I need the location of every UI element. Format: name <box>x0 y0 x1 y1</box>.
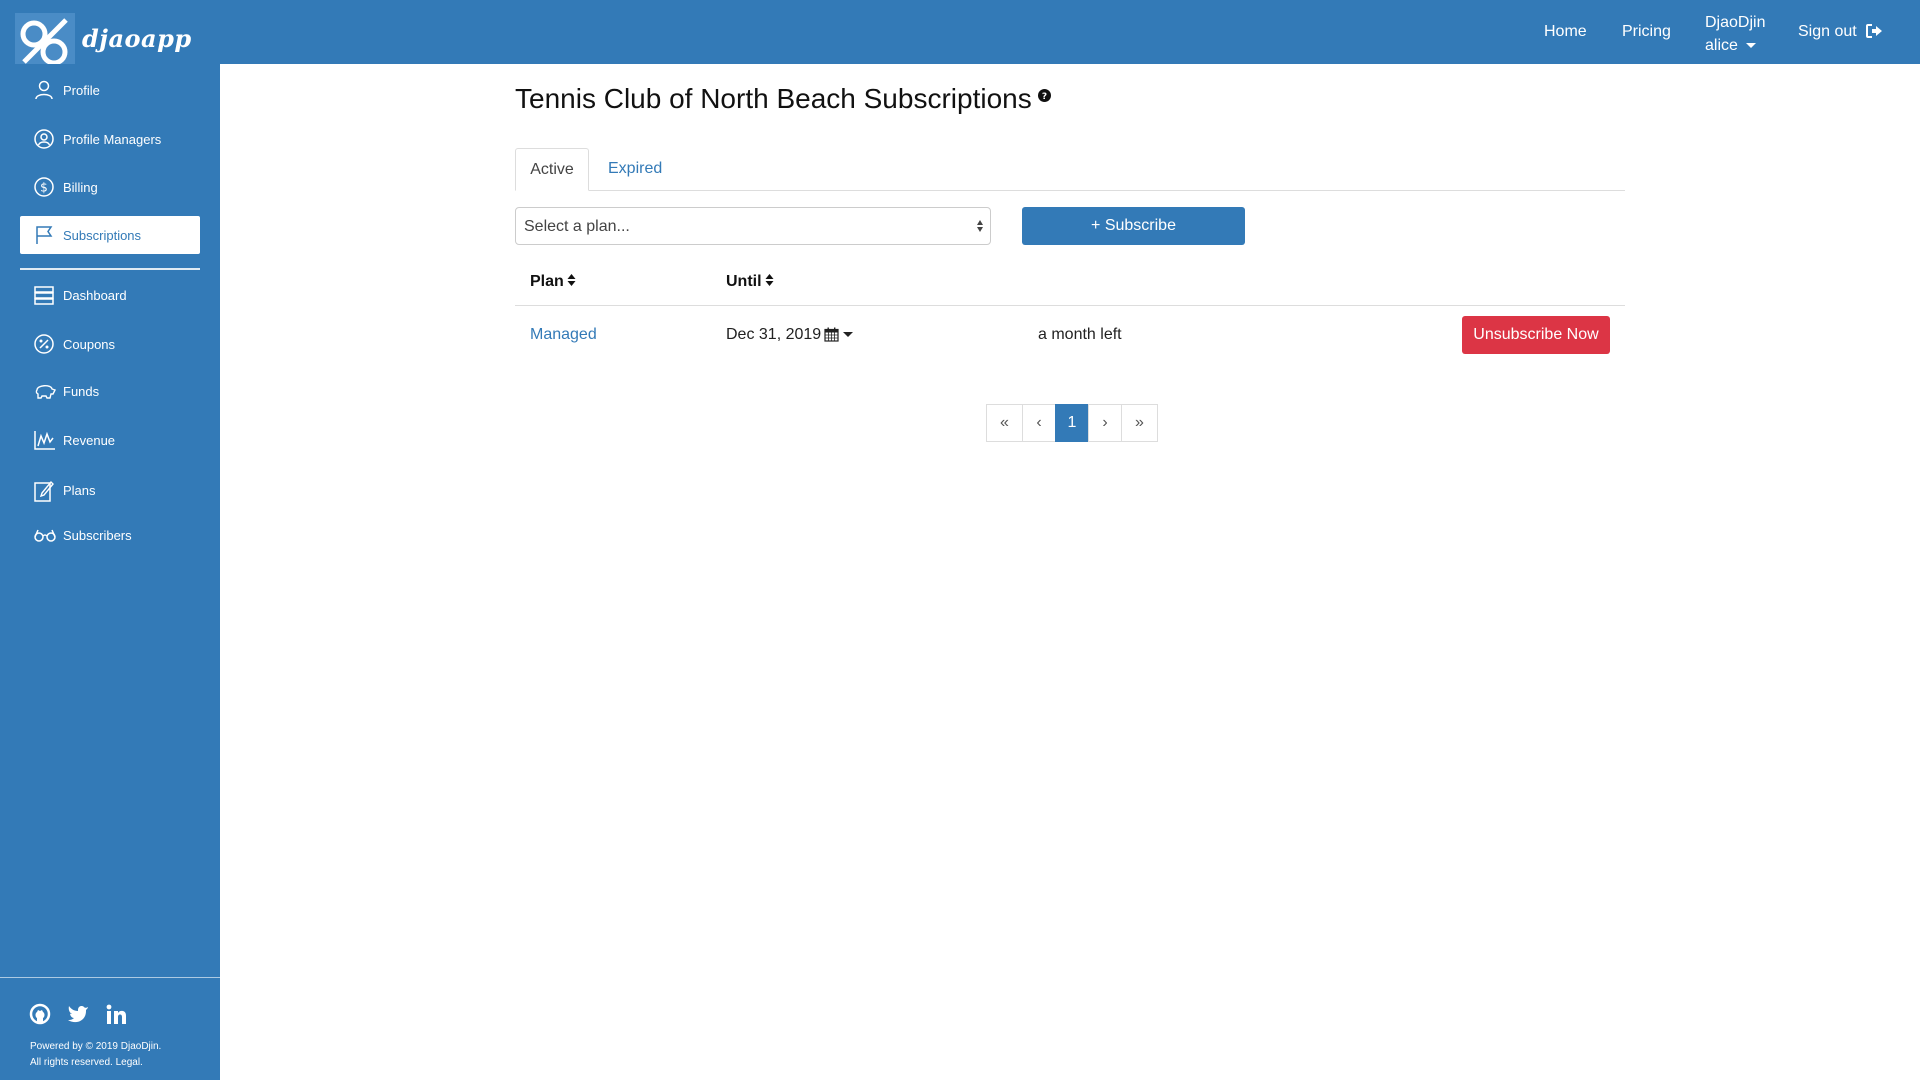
question-circle-icon[interactable]: ? <box>1037 89 1051 102</box>
sidebar-item-label: Profile Managers <box>63 132 162 147</box>
sort-icon <box>567 274 576 286</box>
footer-copyright: Powered by © 2019 DjaoDjin. All rights r… <box>30 1039 161 1071</box>
tab-expired[interactable]: Expired <box>608 148 662 190</box>
plan-select-placeholder: Select a plan... <box>524 218 630 235</box>
pagination-last[interactable]: » <box>1121 404 1158 442</box>
tab-active[interactable]: Active <box>515 148 589 191</box>
column-header-label: Until <box>726 273 762 290</box>
top-navbar: djaoapp Home Pricing DjaoDjin alice Sign… <box>0 0 1920 71</box>
time-remaining: a month left <box>1038 326 1122 343</box>
sidebar-item-subscribers[interactable]: Subscribers <box>20 516 200 554</box>
pagination: « ‹ 1 › » <box>986 404 1158 442</box>
linkedin-icon[interactable] <box>105 1003 127 1025</box>
percent-icon <box>34 334 54 354</box>
djaoapp-logo-icon[interactable] <box>14 12 76 72</box>
sidebar-item-label: Subscriptions <box>63 228 142 243</box>
sign-out-label: Sign out <box>1798 23 1857 40</box>
subscribe-button[interactable]: + Subscribe <box>1022 207 1245 245</box>
user-circle-icon <box>34 129 54 149</box>
sidebar-item-subscriptions[interactable]: Subscriptions <box>20 216 200 254</box>
column-header-plan[interactable]: Plan <box>530 273 576 291</box>
nav-home-link[interactable]: Home <box>1544 23 1587 41</box>
svg-text:$: $ <box>40 181 48 195</box>
piggy-bank-icon <box>35 385 56 399</box>
sidebar-item-dashboard[interactable]: Dashboard <box>20 276 200 314</box>
sidebar-item-label: Billing <box>63 180 98 195</box>
sidebar-item-revenue[interactable]: Revenue <box>20 421 200 459</box>
sidebar-item-coupons[interactable]: Coupons <box>20 325 200 363</box>
table-row: Managed Dec 31, 2019 a month left Unsubs… <box>515 306 1625 364</box>
unsubscribe-button[interactable]: Unsubscribe Now <box>1462 316 1610 354</box>
until-cell: Dec 31, 2019 <box>726 326 854 344</box>
svg-text:?: ? <box>1042 92 1047 102</box>
select-arrows-icon <box>977 220 983 232</box>
user-name: alice <box>1705 37 1738 54</box>
pagination-prev[interactable]: ‹ <box>1022 404 1056 442</box>
pagination-first[interactable]: « <box>986 404 1023 442</box>
plan-select[interactable]: Select a plan... <box>515 207 991 245</box>
sidebar-item-label: Dashboard <box>63 288 127 303</box>
calendar-icon[interactable] <box>824 327 839 342</box>
column-header-until[interactable]: Until <box>726 273 774 291</box>
sidebar-divider <box>20 268 200 270</box>
sidebar-item-label: Funds <box>63 384 100 399</box>
sidebar: Profile Profile Managers $ Billing Subsc… <box>0 64 220 1080</box>
brand-name[interactable]: djaoapp <box>82 24 192 53</box>
sidebar-item-label: Subscribers <box>63 528 132 543</box>
github-icon[interactable] <box>29 1003 51 1025</box>
table-header: Plan Until <box>515 268 1625 306</box>
subscription-tabs: Active Expired <box>515 148 1625 191</box>
sign-out-link[interactable]: Sign out <box>1798 23 1883 41</box>
footer-line-2: All rights reserved. Legal. <box>30 1057 143 1068</box>
sign-out-icon <box>1865 24 1882 38</box>
sidebar-item-billing[interactable]: $ Billing <box>20 168 200 206</box>
page-title-text: Tennis Club of North Beach Subscriptions <box>515 83 1032 114</box>
footer-line-1: Powered by © 2019 DjaoDjin. <box>30 1041 162 1052</box>
until-date: Dec 31, 2019 <box>726 326 822 343</box>
server-icon <box>34 286 54 305</box>
flag-icon <box>36 226 53 244</box>
column-header-label: Plan <box>530 273 564 290</box>
user-menu-dropdown[interactable]: DjaoDjin alice <box>1705 11 1765 57</box>
sidebar-item-label: Profile <box>63 83 100 98</box>
org-name: DjaoDjin <box>1705 14 1766 31</box>
sidebar-item-plans[interactable]: Plans <box>20 471 200 509</box>
glasses-icon <box>34 529 56 542</box>
chart-icon <box>34 431 55 450</box>
sidebar-item-profile-managers[interactable]: Profile Managers <box>20 120 200 158</box>
nav-pricing-link[interactable]: Pricing <box>1622 23 1671 41</box>
page-title: Tennis Club of North Beach Subscriptions… <box>515 83 1051 115</box>
sidebar-item-label: Revenue <box>63 433 116 448</box>
sidebar-item-label: Plans <box>63 483 96 498</box>
sidebar-footer-divider <box>0 977 220 978</box>
sort-icon <box>765 274 774 286</box>
dollar-icon: $ <box>34 177 54 197</box>
sidebar-item-funds[interactable]: Funds <box>20 372 200 410</box>
caret-down-icon[interactable] <box>843 332 854 338</box>
chevron-down-icon <box>1745 43 1756 49</box>
sidebar-item-profile[interactable]: Profile <box>20 71 200 109</box>
plan-link[interactable]: Managed <box>530 326 597 344</box>
pagination-next[interactable]: › <box>1088 404 1122 442</box>
twitter-icon[interactable] <box>67 1003 89 1025</box>
edit-icon <box>34 480 54 502</box>
pagination-page-1[interactable]: 1 <box>1055 404 1089 442</box>
sidebar-item-label: Coupons <box>63 337 116 352</box>
user-icon <box>35 80 53 100</box>
